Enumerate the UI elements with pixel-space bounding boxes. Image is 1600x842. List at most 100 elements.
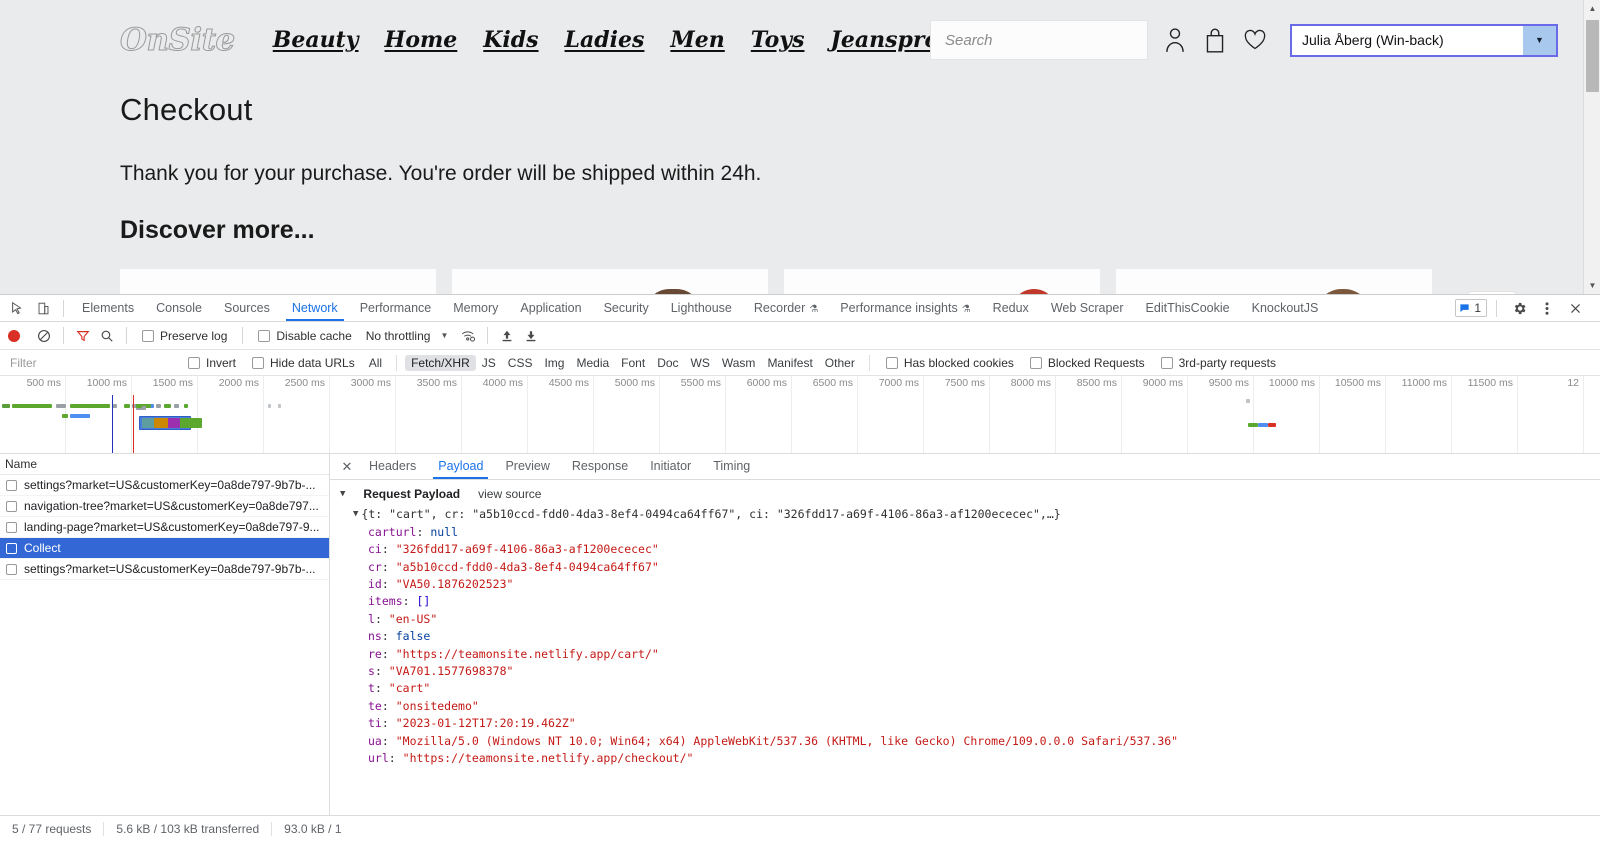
expand-triangle-icon[interactable]: ▼ <box>353 506 358 523</box>
filter-input[interactable] <box>8 354 180 371</box>
invert-checkbox[interactable]: Invert <box>188 356 236 370</box>
chevron-down-icon[interactable]: ▼ <box>1523 25 1556 55</box>
filter-type-ws[interactable]: WS <box>685 355 716 371</box>
payload-summary-row[interactable]: ▼ {t: "cart", cr: "a5b10ccd-fdd0-4da3-8e… <box>353 506 1600 523</box>
chevron-down-icon[interactable]: ▼ <box>440 331 448 340</box>
filter-type-doc[interactable]: Doc <box>651 355 684 371</box>
tab-label: Network <box>291 301 338 315</box>
tab-console[interactable]: Console <box>145 295 213 321</box>
overview-bar <box>278 404 281 408</box>
hide-data-urls-checkbox[interactable]: Hide data URLs <box>252 356 355 370</box>
tab-security[interactable]: Security <box>593 295 660 321</box>
filter-type-other[interactable]: Other <box>819 355 861 371</box>
network-conditions-icon[interactable] <box>456 325 480 347</box>
request-list-header[interactable]: Name <box>0 454 329 475</box>
nav-link-ladies[interactable]: Ladies <box>565 27 645 53</box>
tab-recorder[interactable]: Recorder ⚗ <box>743 295 829 321</box>
scroll-up-icon[interactable]: ▲ <box>1584 0 1600 17</box>
filter-type-all[interactable]: All <box>363 355 388 371</box>
product-card[interactable] <box>452 269 768 294</box>
detail-tab-initiator[interactable]: Initiator <box>639 454 702 479</box>
settings-gear-icon[interactable] <box>1506 296 1532 321</box>
preserve-log-checkbox[interactable]: Preserve log <box>142 329 227 343</box>
tab-lighthouse[interactable]: Lighthouse <box>660 295 743 321</box>
nav-link-home[interactable]: Home <box>385 27 458 53</box>
has-blocked-cookies-checkbox[interactable]: Has blocked cookies <box>885 356 1014 370</box>
view-source-link[interactable]: view source <box>478 486 541 503</box>
tab-knockoutjs[interactable]: KnockoutJS <box>1241 295 1330 321</box>
table-row[interactable]: settings?market=US&customerKey=0a8de797-… <box>0 475 329 496</box>
tab-redux[interactable]: Redux <box>982 295 1040 321</box>
table-row[interactable]: navigation-tree?market=US&customerKey=0a… <box>0 496 329 517</box>
network-overview-timeline[interactable]: 500 ms 1000 ms 1500 ms 2000 ms 2500 ms 3… <box>0 376 1600 454</box>
tab-application[interactable]: Application <box>509 295 592 321</box>
tab-network[interactable]: Network <box>281 295 349 321</box>
account-icon[interactable] <box>1162 26 1188 54</box>
filter-type-wasm[interactable]: Wasm <box>716 355 762 371</box>
tab-sources[interactable]: Sources <box>213 295 281 321</box>
product-card[interactable] <box>120 269 436 294</box>
payload-key: ns <box>368 629 382 644</box>
divider <box>396 354 398 371</box>
nav-link-beauty[interactable]: Beauty <box>273 27 359 53</box>
tab-memory[interactable]: Memory <box>442 295 509 321</box>
scroll-down-icon[interactable]: ▼ <box>1584 277 1600 294</box>
tab-performance[interactable]: Performance <box>349 295 443 321</box>
record-button[interactable] <box>8 329 20 342</box>
tab-elements[interactable]: Elements <box>71 295 145 321</box>
close-detail-icon[interactable]: ✕ <box>336 459 358 475</box>
devtools-panel: Elements Console Sources Network Perform… <box>0 294 1600 842</box>
clear-network-log-icon[interactable] <box>32 325 56 347</box>
visitor-profile-select[interactable]: Julia Åberg (Win-back) ▼ <box>1290 23 1558 57</box>
table-row[interactable]: settings?market=US&customerKey=0a8de797-… <box>0 559 329 580</box>
search-input[interactable] <box>943 30 1148 50</box>
more-options-icon[interactable] <box>1534 296 1560 321</box>
table-row[interactable]: landing-page?market=US&customerKey=0a8de… <box>0 517 329 538</box>
filter-type-manifest[interactable]: Manifest <box>761 355 818 371</box>
site-logo[interactable]: OnSite <box>120 22 236 59</box>
filter-type-img[interactable]: Img <box>538 355 570 371</box>
third-party-requests-checkbox[interactable]: 3rd-party requests <box>1160 356 1276 370</box>
tab-web-scraper[interactable]: Web Scraper <box>1040 295 1135 321</box>
search-box[interactable] <box>930 20 1148 60</box>
filter-type-css[interactable]: CSS <box>502 355 539 371</box>
import-har-icon[interactable] <box>495 325 519 347</box>
scrollbar-thumb[interactable] <box>1586 20 1599 92</box>
filter-type-fetch-xhr[interactable]: Fetch/XHR <box>405 354 476 371</box>
product-card[interactable] <box>1116 269 1432 294</box>
filter-type-js[interactable]: JS <box>476 355 502 371</box>
shopping-bag-icon[interactable] <box>1202 26 1228 54</box>
hide-data-urls-label: Hide data URLs <box>270 355 355 370</box>
detail-tab-headers[interactable]: Headers <box>358 454 427 479</box>
tab-performance-insights[interactable]: Performance insights ⚗ <box>829 295 981 321</box>
devtools-tabbar-actions: 1 <box>1455 296 1596 321</box>
detail-tab-preview[interactable]: Preview <box>494 454 560 479</box>
filter-type-media[interactable]: Media <box>570 355 615 371</box>
disable-cache-checkbox[interactable]: Disable cache <box>258 329 352 343</box>
timeline-tick: 7500 ms <box>944 377 985 389</box>
tab-editthiscookie[interactable]: EditThisCookie <box>1135 295 1241 321</box>
filter-type-font[interactable]: Font <box>615 355 651 371</box>
search-requests-icon[interactable] <box>95 325 119 347</box>
page-scrollbar[interactable]: ▲ ▼ <box>1583 0 1600 294</box>
detail-tab-timing[interactable]: Timing <box>702 454 761 479</box>
detail-tab-payload[interactable]: Payload <box>427 454 494 479</box>
throttling-select[interactable]: No throttling ▼ <box>366 329 449 343</box>
nav-link-kids[interactable]: Kids <box>483 27 538 53</box>
nav-link-toys[interactable]: Toys <box>751 27 805 53</box>
wishlist-heart-icon[interactable] <box>1242 26 1268 54</box>
inspect-element-icon[interactable] <box>4 296 30 321</box>
blocked-requests-checkbox[interactable]: Blocked Requests <box>1029 356 1145 370</box>
message-count-badge[interactable]: 1 <box>1455 299 1487 317</box>
nav-link-men[interactable]: Men <box>670 27 724 53</box>
detail-tab-response[interactable]: Response <box>561 454 639 479</box>
timeline-tick: 5000 ms <box>614 377 655 389</box>
filter-icon[interactable] <box>71 325 95 347</box>
table-row[interactable]: Collect <box>0 538 329 559</box>
export-har-icon[interactable] <box>519 325 543 347</box>
expand-triangle-icon[interactable]: ▼ <box>340 486 345 503</box>
payload-section-header[interactable]: ▼ Request Payload view source <box>340 486 1600 503</box>
product-card[interactable]: 99% <box>784 269 1100 294</box>
close-devtools-icon[interactable] <box>1562 296 1588 321</box>
toggle-device-toolbar-icon[interactable] <box>30 296 56 321</box>
